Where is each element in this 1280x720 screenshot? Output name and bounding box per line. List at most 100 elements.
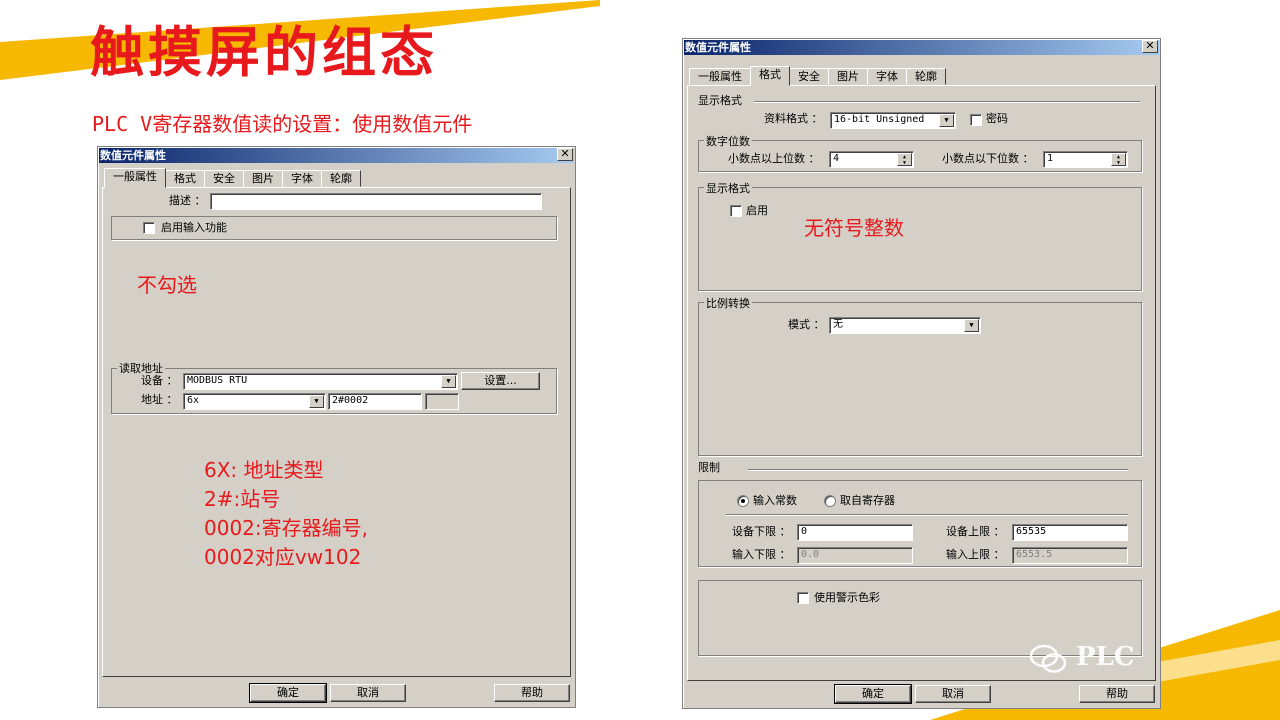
- right-tab-panel: 显示格式 资料格式 ： 16-bit Unsigned ▼ 密码 数字位数 小数…: [687, 85, 1156, 681]
- annotation-unchecked: 不勾选: [137, 273, 197, 297]
- tab-outline[interactable]: 轮廓: [906, 68, 946, 85]
- input-high-label: 输入上限 ：: [946, 548, 1005, 561]
- ok-button[interactable]: 确定: [834, 684, 912, 704]
- tab-outline[interactable]: 轮廓: [321, 170, 361, 187]
- description-input[interactable]: [210, 193, 542, 210]
- tab-general[interactable]: 一般属性: [689, 68, 751, 85]
- slide-title: 触摸屏的组态: [90, 20, 438, 84]
- data-format-value: 16-bit Unsigned: [834, 114, 925, 125]
- help-button[interactable]: 帮助: [494, 684, 570, 702]
- display-format-group: [698, 187, 1142, 291]
- wechat-icon: [1030, 644, 1066, 673]
- device-settings-button[interactable]: 设置...: [461, 372, 540, 390]
- display-format-section-label: 显示格式: [698, 94, 742, 107]
- input-high-input: 6553.5: [1012, 547, 1128, 564]
- enable-label: 启用: [746, 204, 768, 217]
- right-dialog-titlebar: 数值元件属性: [684, 40, 1159, 55]
- frac-digits-stepper[interactable]: 1 ▲ ▼: [1043, 151, 1128, 168]
- right-numeric-properties-dialog: 数值元件属性 ✕ 一般属性 格式 安全 图片 字体 轮廓 显示格式 资料格式 ：…: [682, 38, 1161, 709]
- digits-group-label: 数字位数: [704, 133, 752, 149]
- data-format-select[interactable]: 16-bit Unsigned ▼: [830, 112, 956, 129]
- device-low-input[interactable]: 0: [797, 524, 913, 541]
- tab-picture[interactable]: 图片: [243, 170, 283, 187]
- left-dialog-title: 数值元件属性: [100, 149, 166, 162]
- address-type-select[interactable]: 6x ▼: [183, 393, 326, 410]
- cancel-button[interactable]: 取消: [915, 685, 991, 703]
- int-digits-label: 小数点以上位数 ：: [728, 152, 820, 165]
- display-format-group-label: 显示格式: [704, 180, 752, 196]
- input-low-label: 输入下限 ：: [732, 548, 791, 561]
- limit-divider: [726, 514, 1128, 516]
- spinner-icon[interactable]: ▲ ▼: [897, 153, 912, 166]
- address-extra-field: [425, 393, 459, 410]
- address-label: 地址 ：: [141, 393, 178, 406]
- section-divider: [748, 469, 1128, 471]
- chevron-down-icon[interactable]: ▼: [939, 114, 954, 127]
- mode-label: 模式 ：: [788, 318, 825, 331]
- radio-input-constant[interactable]: [737, 495, 749, 507]
- device-select[interactable]: MODBUS RTU ▼: [183, 373, 458, 390]
- chevron-down-icon[interactable]: ▼: [441, 375, 456, 388]
- right-tab-bar: 一般属性 格式 安全 图片 字体 轮廓: [689, 66, 946, 86]
- help-button[interactable]: 帮助: [1079, 685, 1155, 703]
- tab-format[interactable]: 格式: [750, 66, 790, 86]
- data-format-label: 资料格式 ：: [764, 112, 823, 125]
- watermark: PLC: [1030, 640, 1230, 680]
- tab-security[interactable]: 安全: [789, 68, 829, 85]
- int-digits-value: 4: [833, 153, 840, 164]
- enable-input-checkbox[interactable]: [143, 222, 155, 234]
- close-icon[interactable]: ✕: [557, 148, 573, 161]
- left-tab-bar: 一般属性 格式 安全 图片 字体 轮廓: [104, 168, 361, 188]
- tab-picture[interactable]: 图片: [828, 68, 868, 85]
- ok-button[interactable]: 确定: [249, 683, 327, 703]
- device-high-input[interactable]: 65535: [1012, 524, 1128, 541]
- left-numeric-properties-dialog: 数值元件属性 ✕ 一般属性 格式 安全 图片 字体 轮廓 描述 ： 启用输入功能…: [97, 146, 576, 708]
- address-input[interactable]: 2#0002: [328, 393, 422, 410]
- password-checkbox[interactable]: [970, 114, 982, 126]
- scale-group-label: 比例转换: [704, 295, 752, 311]
- tab-font[interactable]: 字体: [282, 170, 322, 187]
- mode-value: 无: [833, 319, 843, 330]
- close-icon[interactable]: ✕: [1142, 40, 1158, 53]
- address-type-value: 6x: [187, 395, 200, 406]
- radio-from-register[interactable]: [824, 495, 836, 507]
- frac-digits-label: 小数点以下位数 ：: [942, 152, 1034, 165]
- device-select-value: MODBUS RTU: [187, 375, 248, 386]
- radio-input-constant-label: 输入常数: [753, 494, 797, 507]
- chevron-down-icon[interactable]: ▼: [309, 395, 324, 408]
- watermark-text: PLC: [1076, 642, 1135, 672]
- annotation-unsigned-int: 无符号整数: [804, 216, 904, 240]
- chevron-down-icon[interactable]: ▼: [964, 319, 979, 332]
- spinner-icon[interactable]: ▲ ▼: [1111, 153, 1126, 166]
- alarm-color-checkbox[interactable]: [797, 592, 809, 604]
- mode-select[interactable]: 无 ▼: [829, 317, 981, 334]
- device-low-label: 设备下限 ：: [732, 525, 791, 538]
- input-low-input: 0.0: [797, 547, 913, 564]
- annotation-line: 6X: 地址类型: [204, 458, 324, 482]
- slide-subtitle: PLC V寄存器数值读的设置：使用数值元件: [92, 112, 473, 136]
- tab-font[interactable]: 字体: [867, 68, 907, 85]
- left-tab-panel: 描述 ： 启用输入功能 读取地址 设备 ： MODBUS RTU ▼ 设置...…: [102, 187, 571, 677]
- annotation-line: 0002对应vw102: [204, 545, 362, 569]
- enable-checkbox[interactable]: [730, 205, 742, 217]
- password-label: 密码: [986, 112, 1008, 125]
- radio-from-register-label: 取自寄存器: [840, 494, 895, 507]
- limit-section-label: 限制: [698, 461, 720, 474]
- annotation-address-notes: 6X: 地址类型 2#:站号 0002:寄存器编号, 0002对应vw102: [204, 456, 368, 572]
- tab-format[interactable]: 格式: [165, 170, 205, 187]
- frac-digits-value: 1: [1047, 153, 1054, 164]
- tab-general[interactable]: 一般属性: [104, 168, 166, 188]
- alarm-color-label: 使用警示色彩: [814, 591, 880, 604]
- right-dialog-title: 数值元件属性: [685, 41, 751, 54]
- device-label: 设备 ：: [141, 374, 178, 387]
- cancel-button[interactable]: 取消: [330, 684, 406, 702]
- annotation-line: 0002:寄存器编号,: [204, 516, 368, 540]
- description-label: 描述 ：: [169, 194, 206, 207]
- annotation-line: 2#:站号: [204, 487, 281, 511]
- int-digits-stepper[interactable]: 4 ▲ ▼: [829, 151, 914, 168]
- section-divider: [754, 101, 1140, 103]
- enable-input-label: 启用输入功能: [161, 221, 227, 234]
- left-dialog-titlebar: 数值元件属性: [99, 148, 574, 163]
- device-high-label: 设备上限 ：: [946, 525, 1005, 538]
- tab-security[interactable]: 安全: [204, 170, 244, 187]
